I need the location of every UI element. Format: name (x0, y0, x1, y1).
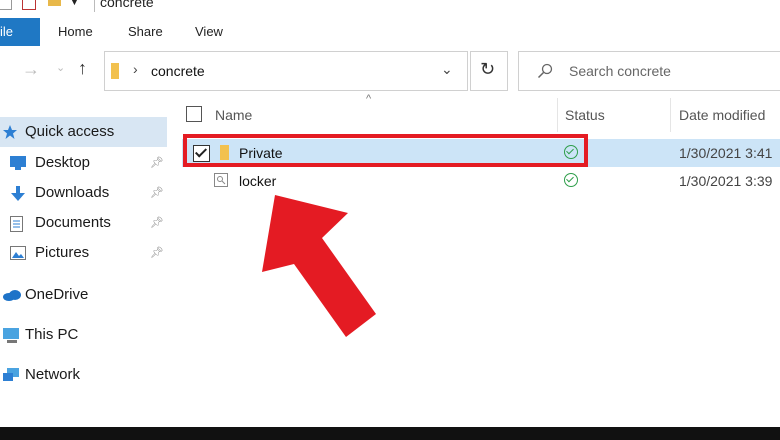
red-arrow-annotation (262, 195, 376, 337)
bottom-edge (0, 427, 780, 440)
file-explorer-window: ▼ concrete ile Home Share View → ⌄ ↑ › c… (0, 0, 780, 440)
